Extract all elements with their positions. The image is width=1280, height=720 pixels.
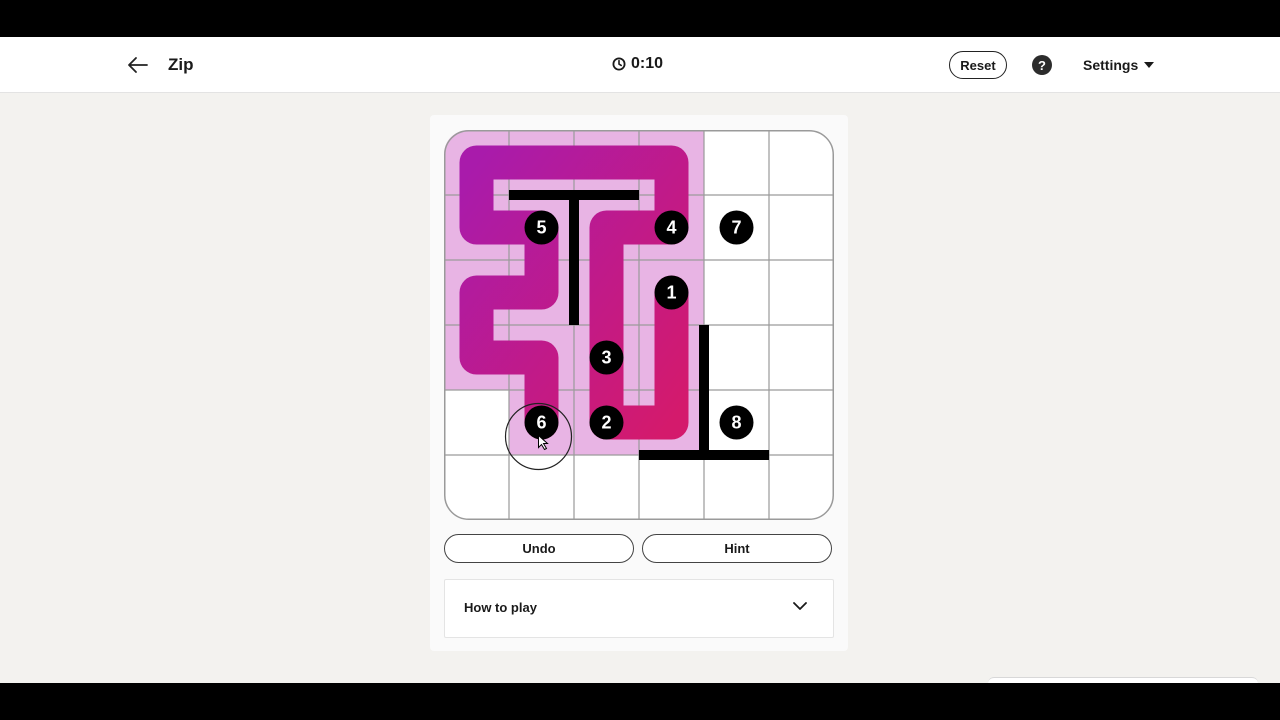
board-layer — [444, 130, 834, 520]
arrow-left-icon — [128, 57, 148, 73]
how-to-play-label: How to play — [464, 600, 537, 615]
settings-dropdown[interactable]: Settings — [1083, 57, 1155, 73]
undo-button[interactable]: Undo — [444, 534, 634, 563]
number-6-checkpoint: 6 — [524, 405, 559, 440]
board-canvas[interactable]: 1 2 3 4 5 6 7 8 — [444, 130, 834, 520]
number-label: 1 — [666, 283, 676, 303]
number-label: 8 — [731, 413, 741, 433]
clock-icon — [612, 57, 626, 71]
number-1-checkpoint: 1 — [654, 275, 689, 310]
number-3-checkpoint: 3 — [589, 340, 624, 375]
game-title: Zip — [168, 55, 194, 74]
number-2-checkpoint: 2 — [589, 405, 624, 440]
number-label: 7 — [731, 218, 741, 238]
chevron-down-icon — [793, 602, 807, 610]
number-label: 4 — [666, 218, 676, 238]
game-page: Zip 0:10 Reset ? Settings 1 2 3 4 5 6 7 8 Undo … — [0, 37, 1280, 683]
back-button[interactable] — [124, 51, 152, 79]
number-label: 5 — [536, 218, 546, 238]
help-button[interactable]: ? — [1032, 55, 1052, 75]
timer: 0:10 — [612, 55, 663, 73]
reset-button[interactable]: Reset — [949, 51, 1007, 79]
how-to-play-accordion[interactable]: How to play — [444, 579, 834, 638]
settings-label: Settings — [1083, 57, 1139, 73]
timer-value: 0:10 — [631, 55, 664, 72]
caret-down-icon — [1144, 62, 1155, 68]
number-label: 3 — [601, 348, 611, 368]
panel-edge — [988, 677, 1258, 683]
number-4-checkpoint: 4 — [654, 210, 689, 245]
number-label: 6 — [536, 413, 546, 433]
number-label: 2 — [601, 413, 611, 433]
game-card: 1 2 3 4 5 6 7 8 Undo Hint How to play — [430, 115, 848, 651]
hint-button[interactable]: Hint — [642, 534, 832, 563]
question-icon: ? — [1038, 57, 1046, 73]
header-bar: Zip 0:10 Reset ? Settings — [0, 37, 1280, 93]
puzzle-board[interactable]: 1 2 3 4 5 6 7 8 — [444, 130, 834, 520]
number-5-checkpoint: 5 — [524, 210, 559, 245]
number-7-checkpoint: 7 — [719, 210, 754, 245]
number-8-checkpoint: 8 — [719, 405, 754, 440]
